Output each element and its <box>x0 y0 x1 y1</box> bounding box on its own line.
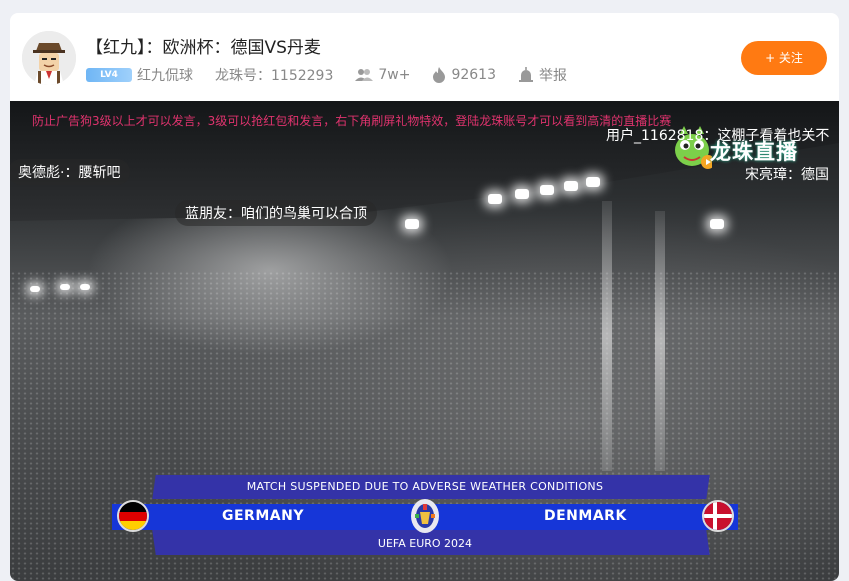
report-link[interactable]: 举报 <box>518 65 567 85</box>
stream-card: 【红九】：欧洲杯：德国VS丹麦 LV4 红九侃球 龙珠号：1152293 7w+… <box>10 13 839 581</box>
streamer-name[interactable]: 红九侃球 <box>137 65 193 85</box>
floodlight <box>30 286 40 292</box>
streamer-avatar[interactable] <box>22 31 76 85</box>
viewer-count-value: 7w+ <box>378 67 411 83</box>
viewers-icon <box>355 69 374 81</box>
floodlight <box>60 284 70 290</box>
water-leak <box>602 201 612 471</box>
match-status: MATCH SUSPENDED DUE TO ADVERSE WEATHER C… <box>246 480 604 493</box>
stream-header: 【红九】：欧洲杯：德国VS丹麦 LV4 红九侃球 龙珠号：1152293 7w+… <box>10 13 839 101</box>
danmu-message: 奥德彪·：腰斩吧 <box>10 159 131 185</box>
floodlight <box>80 284 90 290</box>
tournament-name: UEFA EURO 2024 <box>377 537 473 550</box>
report-label: 举报 <box>539 68 567 84</box>
viewer-count: 7w+ <box>355 67 410 83</box>
heat-count-value: 92613 <box>451 67 496 83</box>
denmark-flag-icon <box>702 500 734 532</box>
stream-title: 【红九】：欧洲杯：德国VS丹麦 <box>86 38 321 58</box>
level-badge: LV4 <box>86 68 132 82</box>
floodlight <box>710 219 724 229</box>
floodlight <box>564 181 578 191</box>
floodlight <box>405 219 419 229</box>
scoreboard: MATCH SUSPENDED DUE TO ADVERSE WEATHER C… <box>112 475 738 555</box>
danmu-message: 宋亮璋：德国 <box>745 167 829 183</box>
floodlight <box>488 194 502 204</box>
chat-notice: 防止广告狗3级以上才可以发言，3级可以抢红包和发言，右下角刷屏礼物特效，登陆龙珠… <box>32 114 672 128</box>
room-id: 龙珠号：1152293 <box>215 68 334 84</box>
home-team: GERMANY <box>222 508 304 524</box>
danmu-message: 蓝朋友：咱们的鸟巢可以合顶 <box>175 200 377 226</box>
floodlight <box>540 185 554 195</box>
germany-flag-icon <box>117 500 149 532</box>
stream-meta: LV4 红九侃球 龙珠号：1152293 7w+ 92613 举报 <box>86 65 589 85</box>
floodlight <box>515 189 529 199</box>
video-player[interactable]: 防止广告狗3级以上才可以发言，3级可以抢红包和发言，右下角刷屏礼物特效，登陆龙珠… <box>10 101 839 581</box>
floodlight <box>586 177 600 187</box>
flame-icon <box>433 67 446 83</box>
alarm-icon <box>519 67 533 82</box>
water-leak <box>655 211 665 471</box>
follow-button[interactable]: + 关注 <box>741 41 827 75</box>
away-team: DENMARK <box>544 508 627 524</box>
heat-count: 92613 <box>432 67 496 83</box>
danmu-message: 用户_1162818：这棚子看着也关不 <box>606 128 830 144</box>
euro-trophy-icon <box>410 498 440 534</box>
